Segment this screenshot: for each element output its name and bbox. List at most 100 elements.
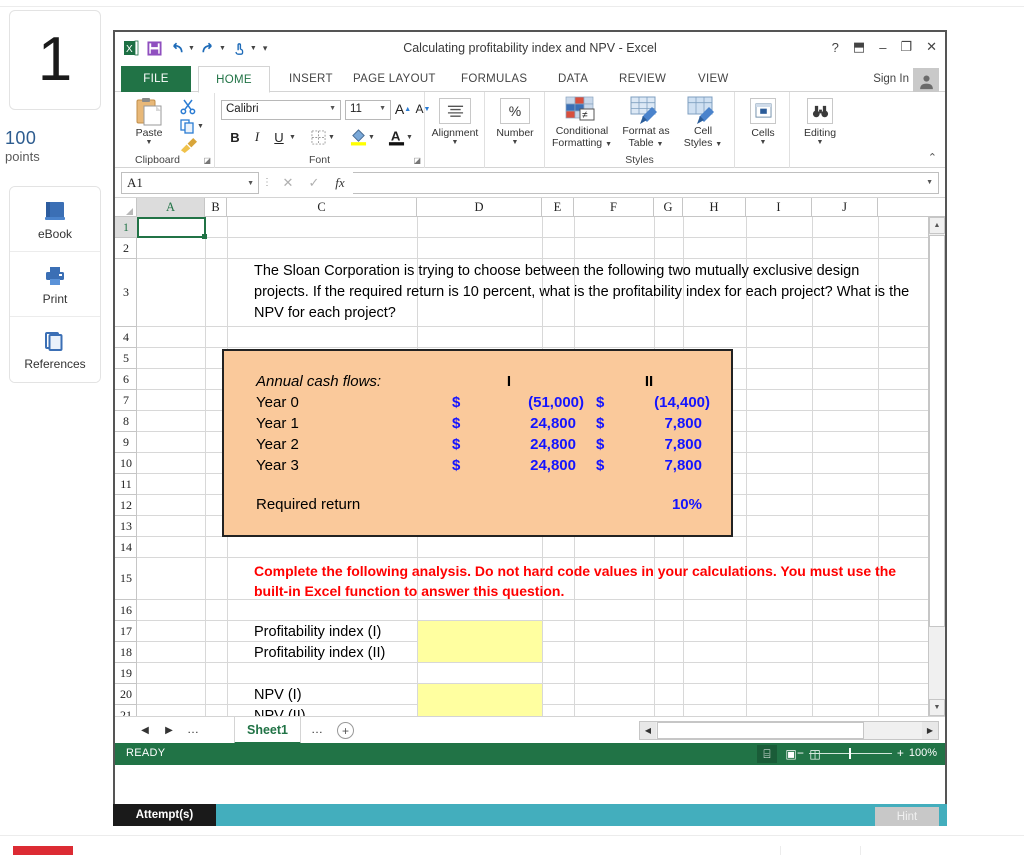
row-header-12[interactable]: 12 — [115, 495, 137, 516]
ebook-button[interactable]: eBook — [10, 187, 100, 252]
cell-styles-chevron-down-icon[interactable]: ▼ — [715, 141, 722, 148]
collapse-ribbon-chevron-up-icon[interactable]: ⌃ — [928, 151, 937, 164]
zoom-level[interactable]: 100% — [909, 747, 937, 759]
row-header-21[interactable]: 21 — [115, 705, 137, 717]
column-header-c[interactable]: C — [227, 198, 417, 217]
column-header-a[interactable]: A — [137, 198, 205, 217]
font-color-chevron-down-icon[interactable]: ▼ — [406, 134, 413, 141]
column-header-g[interactable]: G — [654, 198, 683, 217]
row-header-13[interactable]: 13 — [115, 516, 137, 537]
copy-chevron-down-icon[interactable]: ▼ — [197, 123, 204, 130]
row-header-4[interactable]: 4 — [115, 327, 137, 348]
row-header-19[interactable]: 19 — [115, 663, 137, 684]
grow-font-button[interactable]: A ▲ — [395, 99, 411, 119]
column-header-i[interactable]: I — [746, 198, 812, 217]
column-header-d[interactable]: D — [417, 198, 542, 217]
fill-color-button[interactable] — [349, 126, 368, 146]
row-header-18[interactable]: 18 — [115, 642, 137, 663]
row-header-10[interactable]: 10 — [115, 453, 137, 474]
paste-button[interactable]: Paste ▼ — [125, 97, 173, 146]
row-header-3[interactable]: 3 — [115, 259, 137, 327]
vertical-scrollbar[interactable]: ▲ ▼ — [928, 217, 945, 716]
scroll-up-button[interactable]: ▲ — [929, 217, 945, 234]
copy-button[interactable] — [179, 118, 197, 136]
bold-button[interactable]: B — [227, 128, 243, 146]
first-sheet-button[interactable]: ◀ — [137, 722, 153, 738]
tab-insert[interactable]: INSERT — [278, 66, 344, 92]
row-header-17[interactable]: 17 — [115, 621, 137, 642]
hint-button[interactable]: Hint — [875, 807, 939, 826]
row-header-2[interactable]: 2 — [115, 238, 137, 259]
active-cell-a1[interactable] — [137, 217, 207, 239]
underline-chevron-down-icon[interactable]: ▼ — [289, 134, 296, 141]
tab-page-layout[interactable]: PAGE LAYOUT — [342, 66, 447, 92]
answer-cell-profitability-index[interactable] — [418, 621, 542, 662]
row-header-5[interactable]: 5 — [115, 348, 137, 369]
footer-primary-button[interactable] — [13, 846, 73, 855]
row-header-16[interactable]: 16 — [115, 600, 137, 621]
cell-area[interactable]: The Sloan Corporation is trying to choos… — [137, 217, 928, 716]
cell-styles-button[interactable]: Cell Styles ▼ — [677, 95, 729, 151]
cells-button[interactable]: Cells ▼ — [744, 98, 782, 146]
next-sheet-button[interactable]: ▶ — [161, 722, 177, 738]
cut-button[interactable] — [179, 98, 197, 116]
borders-chevron-down-icon[interactable]: ▼ — [328, 134, 335, 141]
tab-file[interactable]: FILE — [121, 66, 191, 92]
alignment-chevron-down-icon[interactable]: ▼ — [452, 139, 459, 146]
font-size-chevron-down-icon[interactable]: ▼ — [379, 105, 386, 112]
conditional-formatting-button[interactable]: ≠ Conditional Formatting ▼ — [549, 95, 615, 151]
row-header-15[interactable]: 15 — [115, 558, 137, 600]
tab-review[interactable]: REVIEW — [608, 66, 677, 92]
row-header-20[interactable]: 20 — [115, 684, 137, 705]
paste-chevron-down-icon[interactable]: ▼ — [146, 139, 153, 146]
column-header-f[interactable]: F — [574, 198, 654, 217]
number-chevron-down-icon[interactable]: ▼ — [512, 139, 519, 146]
font-color-button[interactable]: A — [387, 126, 406, 146]
tab-data[interactable]: DATA — [547, 66, 599, 92]
zoom-slider-handle[interactable] — [848, 747, 851, 759]
sheet-overflow-left[interactable]: … — [187, 722, 199, 736]
column-header-h[interactable]: H — [683, 198, 746, 217]
format-painter-button[interactable] — [177, 136, 199, 154]
print-button[interactable]: Print — [10, 252, 100, 317]
font-dialog-launcher-icon[interactable]: ◪ — [413, 156, 421, 165]
column-header-b[interactable]: B — [205, 198, 227, 217]
alignment-button[interactable]: Alignment ▼ — [432, 98, 478, 146]
references-button[interactable]: References — [10, 317, 100, 382]
vertical-scrollbar-thumb[interactable] — [929, 235, 945, 627]
column-header-j[interactable]: J — [812, 198, 878, 217]
cells-chevron-down-icon[interactable]: ▼ — [760, 139, 767, 146]
answer-cell-npv[interactable] — [418, 684, 542, 716]
borders-button[interactable] — [309, 128, 327, 146]
italic-button[interactable]: I — [249, 128, 265, 146]
minimize-button[interactable]: – — [879, 40, 886, 55]
help-button[interactable]: ? — [832, 40, 839, 55]
font-name-chevron-down-icon[interactable]: ▼ — [329, 105, 336, 112]
expand-formula-bar-chevron-down-icon[interactable]: ▼ — [926, 179, 933, 186]
tab-view[interactable]: VIEW — [687, 66, 740, 92]
editing-button[interactable]: Editing ▼ — [799, 98, 841, 146]
select-all-button[interactable] — [115, 198, 137, 217]
fill-color-chevron-down-icon[interactable]: ▼ — [368, 134, 375, 141]
row-header-7[interactable]: 7 — [115, 390, 137, 411]
name-box[interactable]: A1 ▼ — [121, 171, 259, 194]
sign-in-button[interactable]: Sign In — [873, 66, 909, 92]
insert-function-button[interactable]: fx — [327, 175, 353, 191]
add-sheet-button[interactable]: + — [337, 722, 354, 739]
row-header-11[interactable]: 11 — [115, 474, 137, 495]
underline-button[interactable]: U — [271, 128, 287, 146]
editing-chevron-down-icon[interactable]: ▼ — [817, 139, 824, 146]
conditional-formatting-chevron-down-icon[interactable]: ▼ — [605, 141, 612, 148]
cancel-entry-button[interactable]: ✕ — [275, 175, 301, 191]
row-header-8[interactable]: 8 — [115, 411, 137, 432]
font-size-select[interactable]: 11 ▼ — [345, 100, 391, 120]
avatar[interactable] — [913, 68, 939, 94]
row-header-1[interactable]: 1 — [115, 217, 137, 238]
row-header-6[interactable]: 6 — [115, 369, 137, 390]
confirm-entry-button[interactable]: ✓ — [301, 175, 327, 191]
sheet-tab-sheet1[interactable]: Sheet1 — [234, 717, 301, 744]
close-button[interactable]: ✕ — [926, 39, 937, 55]
format-as-table-chevron-down-icon[interactable]: ▼ — [657, 141, 664, 148]
scroll-down-button[interactable]: ▼ — [929, 699, 945, 716]
zoom-slider[interactable] — [808, 747, 892, 759]
